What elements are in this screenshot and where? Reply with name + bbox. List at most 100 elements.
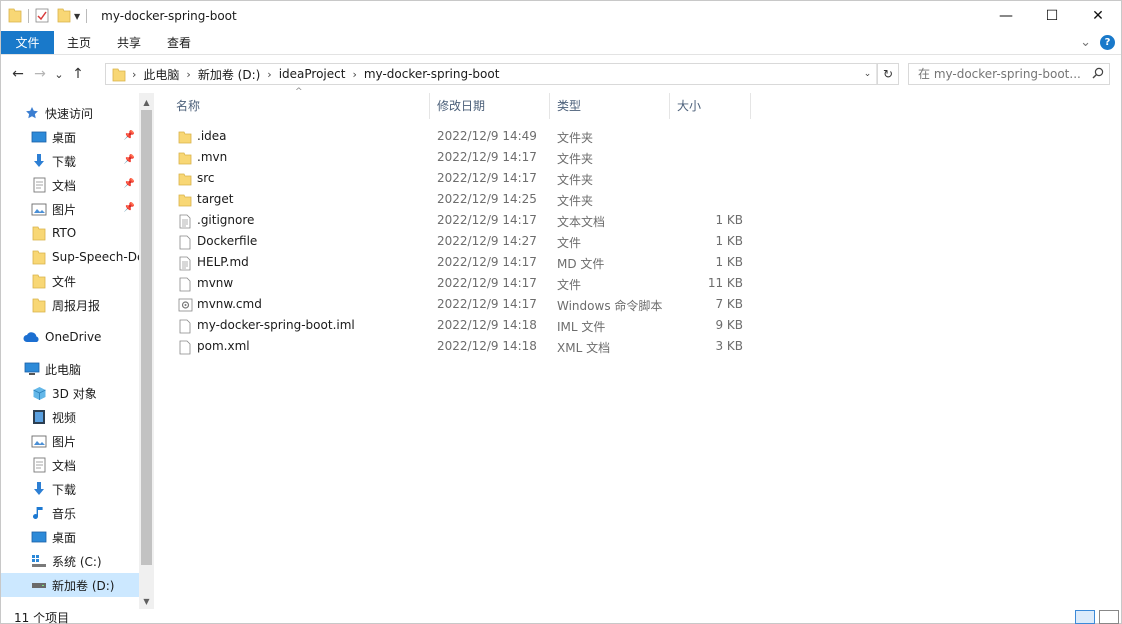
tab-file[interactable]: 文件 (1, 31, 54, 54)
pin-icon[interactable]: 📌 (124, 179, 135, 189)
sidebar-item-onedrive[interactable]: OneDrive (1, 325, 139, 349)
details-view-button[interactable] (1075, 610, 1095, 624)
sidebar-item-drive-c[interactable]: 系统 (C:) (1, 549, 139, 573)
folder-icon (30, 249, 48, 265)
pin-icon[interactable]: 📌 (124, 203, 135, 213)
table-row[interactable]: my-docker-spring-boot.iml 2022/12/9 14:1… (169, 315, 769, 336)
tab-home[interactable]: 主页 (54, 31, 104, 54)
table-row[interactable]: src 2022/12/9 14:17 文件夹 (169, 168, 769, 189)
navigation-pane: 快速访问 桌面 📌 下载 📌 文档 📌 图片 📌 RTO Sup-Speech-… (1, 93, 154, 609)
customize-toolbar-dropdown-icon[interactable]: ▼ (74, 12, 80, 21)
sidebar-item-sup-speech[interactable]: Sup-Speech-De (1, 245, 139, 269)
folder-icon (30, 297, 48, 313)
new-folder-icon[interactable] (57, 7, 71, 26)
file-date: 2022/12/9 14:18 (437, 339, 537, 353)
table-row[interactable]: mvnw 2022/12/9 14:17 文件 11 KB (169, 273, 769, 294)
file-name: .gitignore (197, 213, 255, 227)
sidebar-item-label: 桌面 (52, 530, 77, 545)
chevron-right-icon[interactable]: › (130, 68, 138, 81)
pin-icon[interactable]: 📌 (124, 155, 135, 165)
address-bar[interactable]: › 此电脑 › 新加卷 (D:) › ideaProject › my-dock… (105, 63, 878, 85)
sidebar-item-rto[interactable]: RTO (1, 221, 139, 245)
sidebar-item-reports[interactable]: 周报月报 (1, 293, 139, 317)
sidebar-item-this-pc[interactable]: 此电脑 (1, 357, 139, 381)
properties-icon[interactable] (35, 7, 49, 26)
sidebar-item-label: 周报月报 (52, 298, 101, 313)
sidebar-item-pictures[interactable]: 图片 📌 (1, 197, 139, 221)
scrollbar-thumb[interactable] (141, 110, 152, 565)
tab-view[interactable]: 查看 (154, 31, 204, 54)
chevron-right-icon[interactable]: › (265, 68, 273, 81)
column-header-size[interactable]: 大小 (670, 93, 751, 119)
breadcrumb-current-folder[interactable]: my-docker-spring-boot (359, 67, 505, 81)
navigation-bar: ← → ⌄ ↑ › 此电脑 › 新加卷 (D:) › ideaProject ›… (1, 59, 1121, 89)
chevron-right-icon[interactable]: › (350, 68, 358, 81)
file-name: pom.xml (197, 339, 250, 353)
document-icon (30, 177, 48, 193)
sidebar-item-label: 新加卷 (D:) (52, 578, 115, 593)
table-row[interactable]: target 2022/12/9 14:25 文件夹 (169, 189, 769, 210)
column-header-date[interactable]: 修改日期 (430, 93, 550, 119)
minimize-button[interactable]: — (983, 1, 1029, 31)
maximize-button[interactable]: ☐ (1029, 1, 1075, 31)
download-icon (30, 481, 48, 497)
table-row[interactable]: .idea 2022/12/9 14:49 文件夹 (169, 126, 769, 147)
file-type: Windows 命令脚本 (557, 299, 663, 313)
sidebar-item-files[interactable]: 文件 (1, 269, 139, 293)
table-row[interactable]: HELP.md 2022/12/9 14:17 MD 文件 1 KB (169, 252, 769, 273)
sidebar-item-quick-access[interactable]: 快速访问 (1, 101, 139, 125)
expand-ribbon-button[interactable]: ⌄ (1080, 35, 1091, 50)
file-size: 1 KB (715, 234, 743, 248)
search-input[interactable] (918, 67, 1088, 81)
sidebar-item-pc-downloads[interactable]: 下载 (1, 477, 139, 501)
table-row[interactable]: Dockerfile 2022/12/9 14:27 文件 1 KB (169, 231, 769, 252)
table-row[interactable]: .gitignore 2022/12/9 14:17 文本文档 1 KB (169, 210, 769, 231)
search-icon[interactable] (1092, 67, 1104, 82)
recent-locations-button[interactable]: ⌄ (51, 68, 67, 81)
refresh-button[interactable]: ↻ (878, 63, 899, 85)
tab-share[interactable]: 共享 (104, 31, 154, 54)
pin-icon[interactable]: 📌 (124, 131, 135, 141)
close-button[interactable]: ✕ (1075, 1, 1121, 31)
sidebar-item-documents[interactable]: 文档 📌 (1, 173, 139, 197)
help-button[interactable]: ? (1100, 35, 1115, 50)
file-date: 2022/12/9 14:25 (437, 192, 537, 206)
table-row[interactable]: pom.xml 2022/12/9 14:18 XML 文档 3 KB (169, 336, 769, 357)
column-header-name[interactable]: 名称 (169, 93, 430, 119)
back-button[interactable]: ← (7, 66, 29, 82)
file-size: 1 KB (715, 255, 743, 269)
scroll-down-icon[interactable]: ▼ (139, 594, 154, 609)
desktop-icon (30, 129, 48, 145)
file-type: 文件夹 (557, 194, 594, 208)
file-type: IML 文件 (557, 320, 606, 334)
up-button[interactable]: ↑ (67, 66, 89, 82)
column-header-type[interactable]: 类型 (550, 93, 670, 119)
sidebar-scrollbar[interactable]: ▲ ▼ (139, 93, 154, 609)
search-box[interactable] (908, 63, 1110, 85)
breadcrumb-this-pc[interactable]: 此电脑 (138, 66, 184, 83)
file-icon (177, 318, 193, 334)
table-row[interactable]: mvnw.cmd 2022/12/9 14:17 Windows 命令脚本 7 … (169, 294, 769, 315)
large-icons-view-button[interactable] (1099, 610, 1119, 624)
forward-button[interactable]: → (29, 66, 51, 82)
sidebar-item-pc-documents[interactable]: 文档 (1, 453, 139, 477)
window-controls: — ☐ ✕ (983, 1, 1121, 31)
table-row[interactable]: .mvn 2022/12/9 14:17 文件夹 (169, 147, 769, 168)
breadcrumb-drive-d[interactable]: 新加卷 (D:) (193, 66, 265, 83)
sidebar-item-videos[interactable]: 视频 (1, 405, 139, 429)
sidebar-item-desktop[interactable]: 桌面 📌 (1, 125, 139, 149)
scroll-up-icon[interactable]: ▲ (139, 95, 154, 110)
folder-icon (177, 192, 193, 208)
sidebar-item-music[interactable]: 音乐 (1, 501, 139, 525)
chevron-right-icon[interactable]: › (184, 68, 192, 81)
ribbon-tabs: 文件 主页 共享 查看 ⌄ ? (1, 31, 1121, 55)
sidebar-item-label: 桌面 (52, 130, 77, 145)
sidebar-item-3d-objects[interactable]: 3D 对象 (1, 381, 139, 405)
sidebar-item-drive-d[interactable]: 新加卷 (D:) (1, 573, 139, 597)
sidebar-item-downloads[interactable]: 下载 📌 (1, 149, 139, 173)
sidebar-item-pc-pictures[interactable]: 图片 (1, 429, 139, 453)
title-bar: ▼ my-docker-spring-boot — ☐ ✕ (1, 1, 1121, 31)
breadcrumb-ideaproject[interactable]: ideaProject (274, 67, 351, 81)
sidebar-item-pc-desktop[interactable]: 桌面 (1, 525, 139, 549)
address-dropdown-button[interactable]: ⌄ (859, 64, 877, 84)
